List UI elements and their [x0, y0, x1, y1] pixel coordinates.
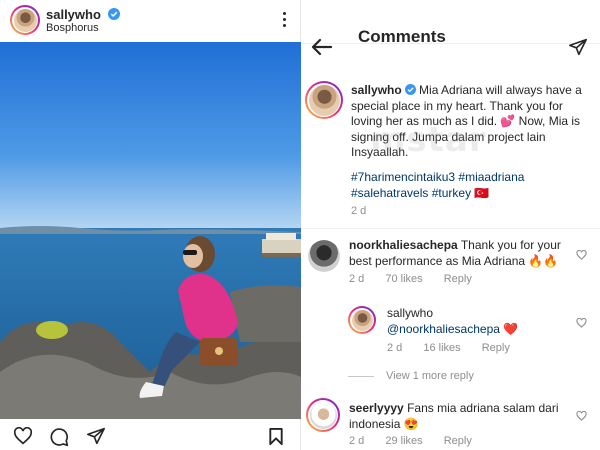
comment-meta: 2 d 70 likes Reply [349, 273, 490, 285]
post-photo[interactable] [0, 42, 301, 419]
commenter-avatar[interactable] [308, 240, 340, 272]
post-author-avatar[interactable] [10, 5, 40, 35]
comment-likes[interactable]: 29 likes [385, 435, 422, 447]
verified-badge-icon [108, 8, 121, 20]
reply-button[interactable]: Reply [444, 273, 472, 285]
comment-like-heart-icon[interactable] [576, 250, 587, 260]
comment-likes[interactable]: 70 likes [385, 273, 422, 285]
commenter-avatar[interactable] [306, 398, 340, 432]
reply-likes[interactable]: 16 likes [423, 342, 460, 354]
comment-like-heart-icon[interactable] [576, 411, 587, 421]
post-author-username[interactable]: sallywho [46, 7, 101, 22]
comment-time: 2 d [349, 273, 365, 285]
comments-title: Comments [358, 27, 446, 46]
reply-time: 2 d [387, 342, 403, 354]
share-icon[interactable] [86, 427, 106, 445]
caption-divider [302, 228, 600, 229]
reply-mention[interactable]: @noorkhaliesachepa [387, 322, 500, 336]
reply-button[interactable]: Reply [444, 435, 472, 447]
reply-author-avatar[interactable] [348, 306, 376, 334]
caption-author-avatar[interactable] [305, 81, 343, 119]
post-panel: sallywho Bosphorus [0, 0, 301, 450]
comment-time: 2 d [349, 435, 365, 447]
heart-icon[interactable] [13, 427, 33, 445]
caption-username[interactable]: sallywho [351, 83, 402, 97]
reply-like-heart-icon[interactable] [576, 318, 587, 328]
verified-badge-icon [404, 84, 416, 95]
comment-text-block: noorkhaliesachepa Thank you for your bes… [349, 238, 569, 269]
view-more-replies-label[interactable]: View 1 more reply [386, 370, 474, 382]
comment-username[interactable]: seerlyyyy [349, 401, 404, 415]
reply-meta: 2 d 16 likes Reply [387, 342, 528, 354]
bookmark-icon[interactable] [268, 427, 284, 446]
back-arrow-icon[interactable] [310, 38, 332, 56]
watermark: mstar [370, 120, 487, 160]
comment-text-block: seerlyyyy Fans mia adriana salam dari in… [349, 401, 569, 432]
post-actions-bar [0, 420, 301, 450]
reply-text-block: sallywho @noorkhaliesachepa ❤️ [387, 306, 577, 337]
comments-panel: Comments sallywho Mia Adriana will alway… [302, 0, 600, 450]
direct-message-icon[interactable] [568, 38, 588, 56]
reply-button[interactable]: Reply [482, 342, 510, 354]
reply-emoji: ❤️ [503, 321, 519, 336]
caption-hashtags[interactable]: #7harimencintaiku3 #miaadriana #salehatr… [351, 169, 591, 201]
post-header: sallywho Bosphorus [0, 0, 301, 42]
reply-username[interactable]: sallywho [387, 306, 577, 322]
more-options-icon[interactable] [283, 12, 287, 28]
post-location[interactable]: Bosphorus [46, 22, 99, 34]
caption-time: 2 d [351, 205, 367, 217]
view-more-replies[interactable]: View 1 more reply [348, 370, 474, 382]
comment-icon[interactable] [49, 427, 69, 447]
comments-header: Comments [302, 0, 600, 56]
comment-username[interactable]: noorkhaliesachepa [349, 238, 458, 252]
comment-meta: 2 d 29 likes Reply [349, 435, 490, 447]
